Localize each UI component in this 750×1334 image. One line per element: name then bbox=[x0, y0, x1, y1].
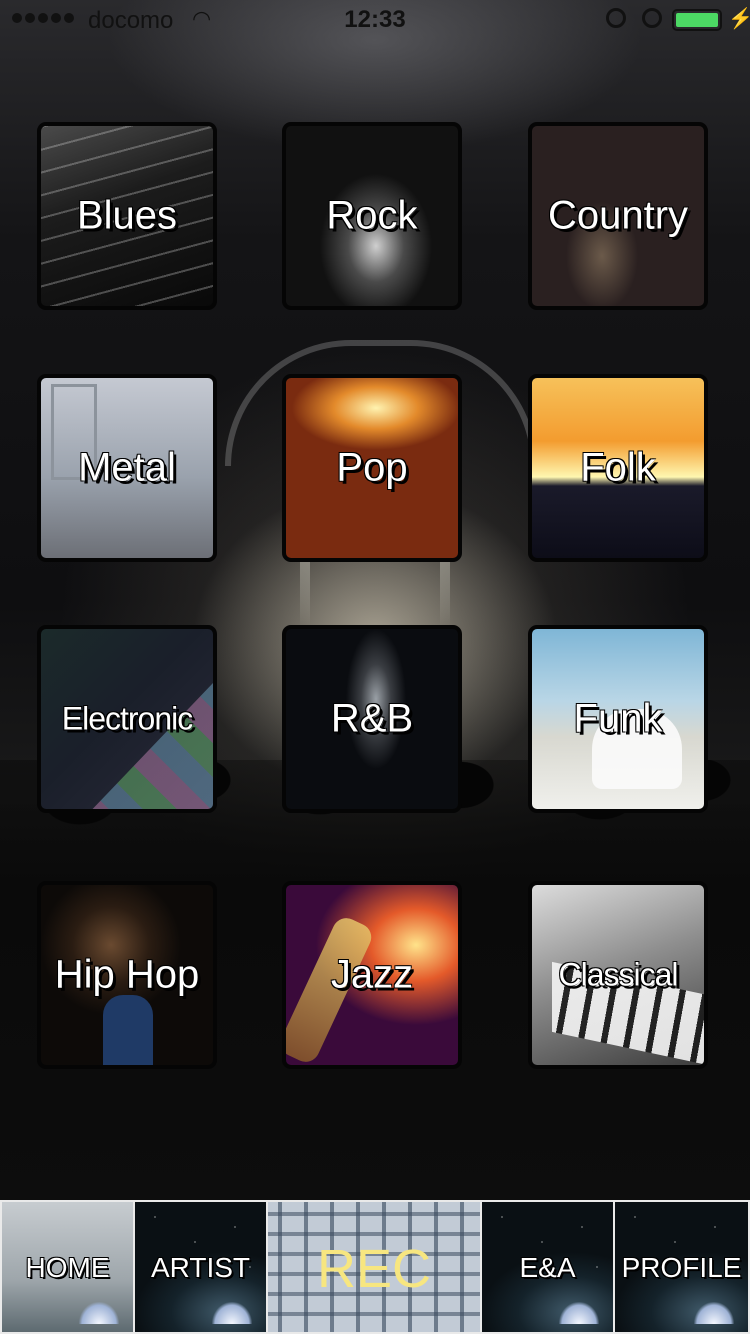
genre-tile-pop[interactable]: Pop bbox=[282, 374, 462, 562]
tab-home[interactable]: HOME bbox=[2, 1202, 133, 1332]
status-time: 12:33 bbox=[344, 6, 406, 33]
genre-tile-classical[interactable]: Classical bbox=[528, 881, 708, 1069]
bottom-tab-bar: HOME ARTIST REC E&A PROFILE bbox=[0, 1200, 750, 1334]
genre-label: Classical bbox=[558, 956, 678, 993]
genre-label: Rock bbox=[326, 193, 418, 238]
tab-profile-label: PROFILE bbox=[621, 1252, 742, 1283]
genre-tile-country[interactable]: Country bbox=[528, 122, 708, 310]
alarm-icon bbox=[642, 8, 662, 28]
genre-label: Electronic bbox=[61, 700, 194, 737]
genre-tile-rnb[interactable]: R&B bbox=[282, 625, 462, 813]
charging-icon: ⚡ bbox=[728, 8, 750, 30]
tab-ea[interactable]: E&A bbox=[482, 1202, 613, 1332]
genre-label: Hip Hop bbox=[54, 952, 200, 997]
tent-icon bbox=[212, 1302, 252, 1324]
genre-tile-electronic[interactable]: Electronic bbox=[37, 625, 217, 813]
genre-label: Blues bbox=[76, 193, 178, 238]
genre-tile-jazz[interactable]: Jazz bbox=[282, 881, 462, 1069]
genre-label: Funk bbox=[573, 696, 663, 741]
tab-rec[interactable]: REC bbox=[268, 1202, 480, 1332]
genre-label: Pop bbox=[336, 445, 408, 490]
genre-label: R&B bbox=[330, 696, 414, 741]
tab-artist[interactable]: ARTIST bbox=[135, 1202, 266, 1332]
genre-label: Country bbox=[547, 193, 689, 238]
battery-icon bbox=[672, 9, 722, 31]
genre-label: Metal bbox=[78, 445, 176, 490]
genre-label: Jazz bbox=[330, 952, 414, 997]
genre-tile-hip-hop[interactable]: Hip Hop bbox=[37, 881, 217, 1069]
genre-tile-funk[interactable]: Funk bbox=[528, 625, 708, 813]
tent-icon bbox=[694, 1302, 734, 1324]
genre-tile-folk[interactable]: Folk bbox=[528, 374, 708, 562]
tent-icon bbox=[559, 1302, 599, 1324]
tab-artist-label: ARTIST bbox=[150, 1252, 251, 1283]
tab-home-label: HOME bbox=[25, 1252, 110, 1283]
genre-label: Folk bbox=[580, 445, 656, 490]
tab-profile[interactable]: PROFILE bbox=[615, 1202, 748, 1332]
genre-tile-metal[interactable]: Metal bbox=[37, 374, 217, 562]
genre-tile-rock[interactable]: Rock bbox=[282, 122, 462, 310]
tent-icon bbox=[79, 1302, 119, 1324]
status-bar: docomo ◠ 12:33 ⚡ bbox=[0, 0, 750, 40]
tab-rec-label: REC bbox=[316, 1239, 431, 1299]
tab-ea-label: E&A bbox=[519, 1252, 576, 1283]
genre-tile-blues[interactable]: Blues bbox=[37, 122, 217, 310]
rotation-lock-icon bbox=[606, 8, 626, 28]
